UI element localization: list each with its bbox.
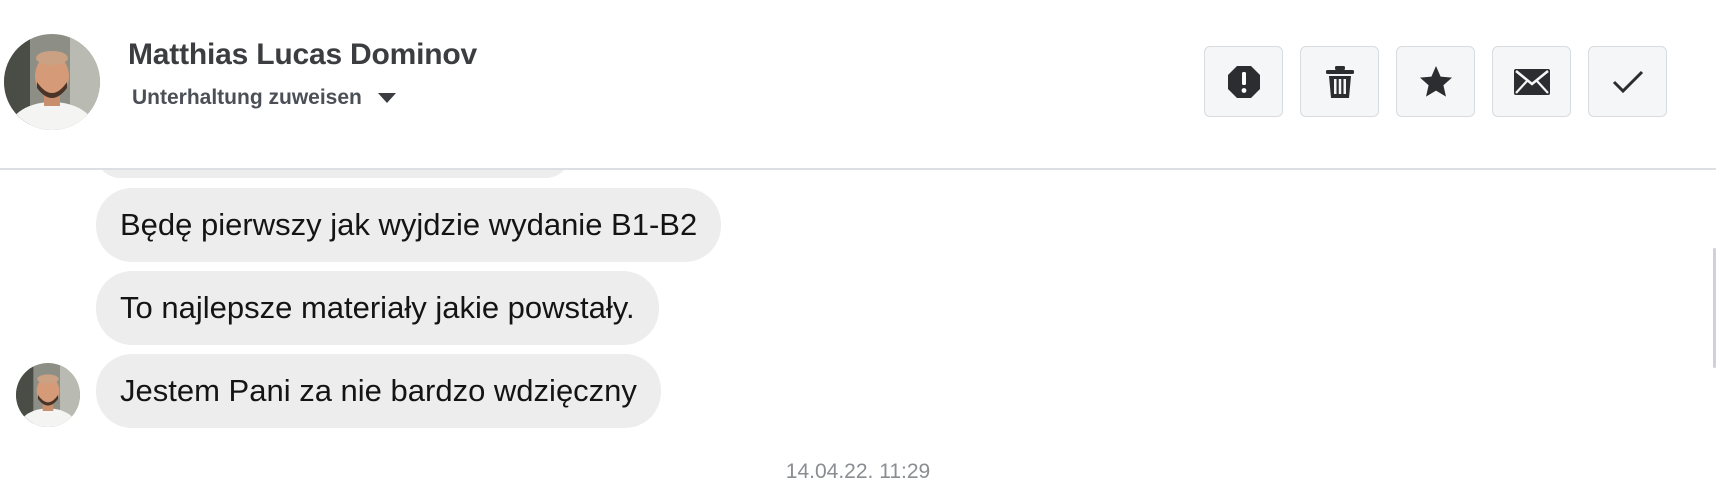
contact-name: Matthias Lucas Dominov [128,38,477,71]
checkmark-icon [1612,70,1643,93]
envelope-icon [1513,68,1550,95]
star-button[interactable] [1396,46,1475,117]
avatar-photo [16,363,80,427]
trash-icon [1325,65,1354,98]
conversation-header: Matthias Lucas Dominov Unterhaltung zuwe… [0,0,1716,170]
assign-conversation-dropdown[interactable]: Unterhaltung zuweisen [132,86,396,110]
mark-unread-button[interactable] [1492,46,1571,117]
avatar-photo [4,34,100,130]
action-toolbar [1204,46,1667,117]
mark-done-button[interactable] [1588,46,1667,117]
star-icon [1419,65,1452,97]
assign-label: Unterhaltung zuweisen [132,86,362,109]
message-bubble: Będę pierwszy jak wyjdzie wydanie B1-B2 [96,188,722,262]
contact-avatar[interactable] [4,34,100,130]
message-thread[interactable]: Będę pierwszy jak wyjdzie wydanie B1-B2 … [0,170,1716,482]
message-bubble-partial [96,170,570,178]
message-timestamp: 14.04.22. 11:29 [785,460,931,482]
message-bubble: To najlepsze materiały jakie powstały. [96,271,659,345]
report-spam-button[interactable] [1204,46,1283,117]
sender-avatar [16,363,80,427]
delete-button[interactable] [1300,46,1379,117]
alert-octagon-icon [1227,65,1260,98]
chevron-down-icon [377,93,396,103]
message-bubble: Jestem Pani za nie bardzo wdzięczny [96,354,661,428]
